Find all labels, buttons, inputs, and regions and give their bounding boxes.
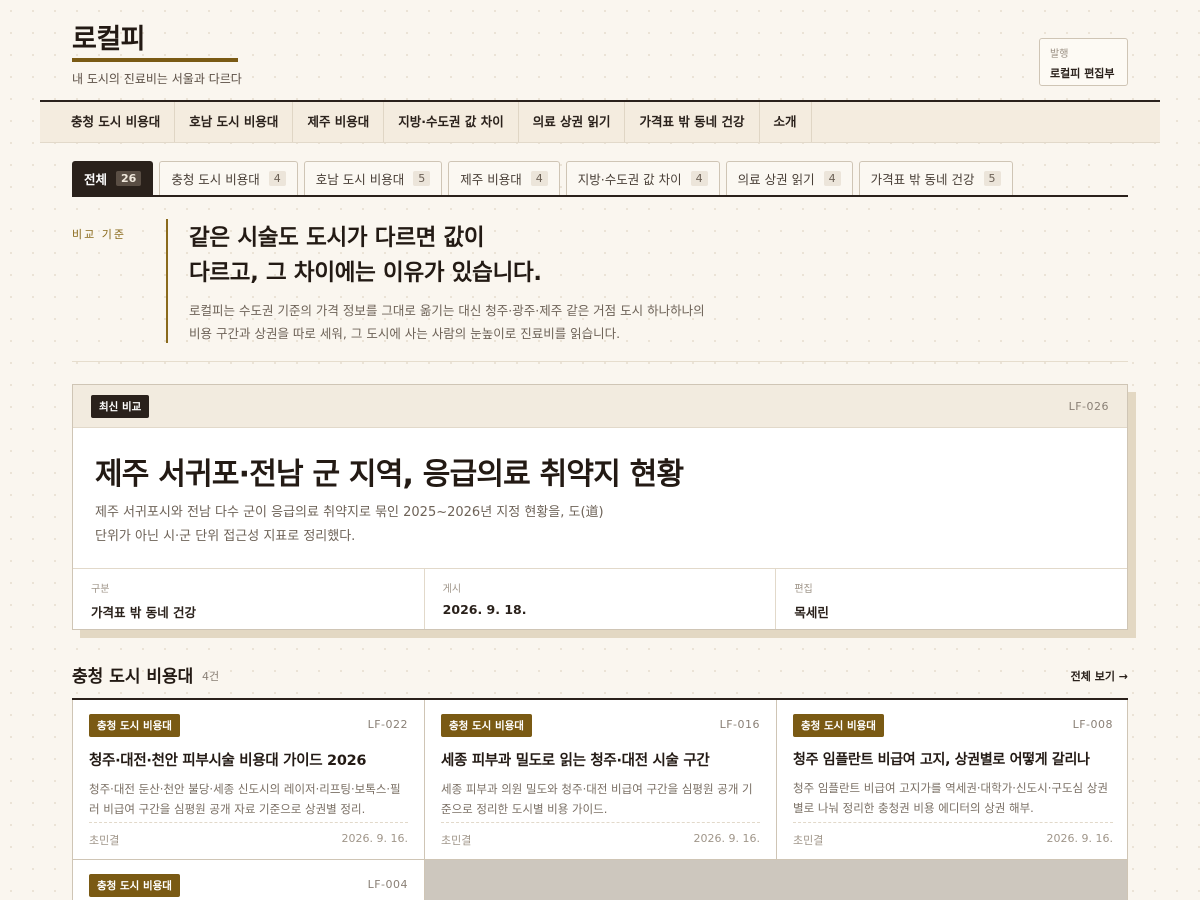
brand-underline: [72, 58, 238, 62]
divider: [72, 361, 1128, 362]
tab-count: 5: [413, 171, 431, 186]
meta-value: 목세린: [794, 605, 829, 620]
tab-count: 26: [116, 171, 142, 186]
tab-label: 지방·수도권 값 차이: [577, 172, 682, 187]
meta-label: 게시: [442, 584, 462, 595]
card-category-badge: 충청 도시 비용대: [793, 714, 884, 737]
tab-count: 4: [823, 171, 841, 186]
card-category-badge: 충청 도시 비용대: [89, 874, 180, 897]
intro-body: 로컬피는 수도권 기준의 가격 정보를 그대로 옮기는 대신 청주·광주·제주 …: [189, 299, 766, 345]
card-title[interactable]: 청주 임플란트 비급여 고지, 상권별로 어떻게 갈리나: [793, 749, 1113, 769]
card-footer: 초민결 2026. 9. 16.: [793, 822, 1113, 848]
intro-body-line1: 로컬피는 수도권 기준의 가격 정보를 그대로 옮기는 대신 청주·광주·제주 …: [189, 303, 705, 318]
intro-headline-line1: 같은 시술도 도시가 다르면 값이: [189, 225, 485, 251]
card-category-badge: 충청 도시 비용대: [89, 714, 180, 737]
site-tagline: 내 도시의 진료비는 서울과 다르다: [72, 72, 242, 86]
intro-body-line2: 비용 구간과 상권을 따로 세워, 그 도시에 사는 사람의 눈높이로 진료비를…: [189, 326, 621, 341]
tab-label: 가격표 밖 동네 건강: [870, 172, 975, 187]
card-code: LF-016: [719, 718, 760, 731]
nav-item-about[interactable]: 소개: [760, 102, 812, 142]
featured-description: 제주 서귀포시와 전남 다수 군이 응급의료 취약지로 묶인 2025~2026…: [95, 501, 715, 549]
article-grid: 충청 도시 비용대 LF-022 청주·대전·천안 피부시술 비용대 가이드 2…: [72, 700, 1128, 900]
tab-honam[interactable]: 호남 도시 비용대 5: [303, 161, 443, 195]
card-description: 청주 임플란트 비급여 고지가를 역세권·대학가·신도시·구도심 상권별로 나눠…: [793, 781, 1108, 815]
article-card[interactable]: 충청 도시 비용대 LF-016 세종 피부과 밀도로 읽는 청주·대전 시술 …: [425, 700, 777, 860]
tab-neighborhood-health[interactable]: 가격표 밖 동네 건강 5: [858, 161, 1013, 195]
featured-article-card[interactable]: 최신 비교 LF-026 제주 서귀포·전남 군 지역, 응급의료 취약지 현황…: [72, 384, 1128, 630]
article-card[interactable]: 충청 도시 비용대 LF-008 청주 임플란트 비급여 고지, 상권별로 어떻…: [777, 700, 1127, 860]
meta-published: 게시 2026. 9. 18.: [425, 569, 777, 629]
nav-item-neighborhood-health[interactable]: 가격표 밖 동네 건강: [625, 102, 760, 142]
intro-headline: 같은 시술도 도시가 다르면 값이 다르고, 그 차이에는 이유가 있습니다.: [189, 221, 766, 291]
intro-kicker: 비교 기준: [72, 228, 126, 241]
nav-item-jeju[interactable]: 제주 비용대: [293, 102, 385, 142]
section-header: 충청 도시 비용대 4건 전체 보기 →: [72, 662, 1128, 690]
loading-placeholder: [425, 860, 1127, 900]
featured-card-header: 최신 비교 LF-026: [73, 385, 1127, 428]
card-code: LF-022: [367, 718, 408, 731]
section-count: 4건: [202, 670, 220, 683]
nav-item-price-gap[interactable]: 지방·수도권 값 차이: [384, 102, 519, 142]
card-title[interactable]: 세종 피부과 밀도로 읽는 청주·대전 시술 구간: [441, 749, 760, 770]
article-card[interactable]: 충청 도시 비용대 LF-004: [73, 860, 425, 900]
featured-title[interactable]: 제주 서귀포·전남 군 지역, 응급의료 취약지 현황: [95, 449, 684, 493]
card-date: 2026. 9. 16.: [341, 832, 408, 845]
view-all-link[interactable]: 전체 보기 →: [1071, 668, 1128, 684]
tab-chungcheong[interactable]: 충청 도시 비용대 4: [159, 161, 298, 195]
publisher-value: 로컬피 편집부: [1050, 67, 1115, 80]
tab-medical-district[interactable]: 의료 상권 읽기 4: [725, 161, 853, 195]
card-category-badge: 충청 도시 비용대: [441, 714, 532, 737]
card-code: LF-004: [367, 878, 408, 891]
tab-count: 5: [983, 171, 1001, 186]
meta-value: 2026. 9. 18.: [442, 602, 527, 617]
card-date: 2026. 9. 16.: [1046, 832, 1113, 845]
tab-count: 4: [690, 171, 708, 186]
publisher-box: 발행 로컬피 편집부: [1039, 38, 1128, 86]
tab-label: 제주 비용대: [460, 172, 522, 187]
nav-item-honam[interactable]: 호남 도시 비용대: [175, 102, 294, 142]
tab-all[interactable]: 전체 26: [72, 161, 154, 195]
tab-jeju[interactable]: 제주 비용대 4: [448, 161, 560, 195]
site-logo[interactable]: 로컬피: [72, 22, 242, 58]
card-description: 청주·대전 둔산·천안 불당·세종 신도시의 레이저·리프팅·보톡스·필러 비급…: [89, 782, 401, 816]
card-title[interactable]: 청주·대전·천안 피부시술 비용대 가이드 2026: [89, 749, 408, 770]
meta-label: 편집: [794, 584, 813, 595]
publisher-label: 발행: [1050, 49, 1069, 60]
main-nav: 충청 도시 비용대 호남 도시 비용대 제주 비용대 지방·수도권 값 차이 의…: [40, 100, 1160, 143]
tab-label: 전체: [84, 172, 108, 187]
card-date: 2026. 9. 16.: [693, 832, 760, 845]
tab-label: 호남 도시 비용대: [315, 172, 405, 187]
meta-value: 가격표 밖 동네 건강: [91, 605, 197, 620]
article-card[interactable]: 충청 도시 비용대 LF-022 청주·대전·천안 피부시술 비용대 가이드 2…: [73, 700, 425, 860]
tab-price-gap[interactable]: 지방·수도권 값 차이 4: [565, 161, 720, 195]
card-code: LF-008: [1072, 718, 1113, 731]
card-author: 초민결: [441, 834, 472, 847]
card-footer: 초민결 2026. 9. 16.: [89, 822, 408, 848]
tab-count: 4: [530, 171, 548, 186]
card-author: 초민결: [89, 834, 120, 847]
brand: 로컬피 내 도시의 진료비는 서울과 다르다: [72, 22, 242, 87]
tab-count: 4: [268, 171, 286, 186]
meta-label: 구분: [91, 584, 110, 595]
meta-editor: 편집 목세린: [776, 569, 1127, 629]
tab-label: 의료 상권 읽기: [737, 172, 815, 187]
nav-item-chungcheong[interactable]: 충청 도시 비용대: [57, 102, 176, 142]
featured-badge: 최신 비교: [91, 395, 150, 418]
nav-item-medical-district[interactable]: 의료 상권 읽기: [519, 102, 626, 142]
section-title: 충청 도시 비용대: [72, 667, 194, 687]
featured-meta: 구분 가격표 밖 동네 건강 게시 2026. 9. 18. 편집 목세린: [73, 568, 1127, 629]
card-footer: 초민결 2026. 9. 16.: [441, 822, 760, 848]
card-description: 세종 피부과 의원 밀도와 청주·대전 비급여 구간을 심평원 공개 기준으로 …: [441, 782, 753, 816]
card-author: 초민결: [793, 834, 824, 847]
category-tabs: 전체 26 충청 도시 비용대 4 호남 도시 비용대 5 제주 비용대 4 지…: [72, 161, 1128, 197]
featured-desc-line2: 단위가 아닌 시·군 단위 접근성 지표로 정리했다.: [95, 529, 356, 544]
intro-headline-line2: 다르고, 그 차이에는 이유가 있습니다.: [189, 260, 542, 286]
intro-block: 같은 시술도 도시가 다르면 값이 다르고, 그 차이에는 이유가 있습니다. …: [166, 219, 766, 343]
featured-desc-line1: 제주 서귀포시와 전남 다수 군이 응급의료 취약지로 묶인 2025~2026…: [95, 505, 604, 520]
featured-code: LF-026: [1068, 400, 1109, 413]
meta-category: 구분 가격표 밖 동네 건강: [73, 569, 425, 629]
tab-label: 충청 도시 비용대: [171, 172, 260, 187]
